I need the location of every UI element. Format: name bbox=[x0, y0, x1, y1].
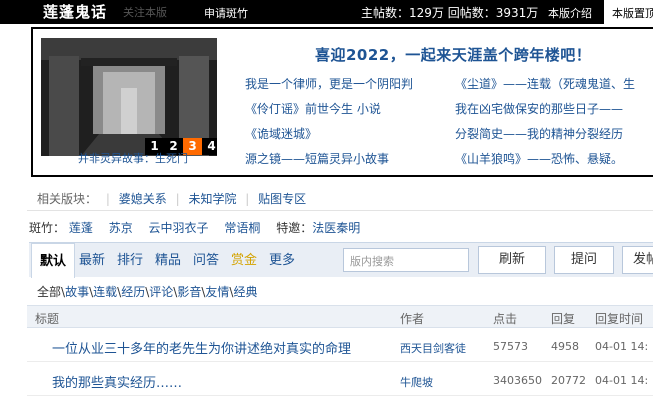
tab-default[interactable]: 默认 bbox=[31, 243, 76, 278]
featured-link[interactable]: 《伶仃谣》前世今生 小说 bbox=[245, 100, 381, 117]
moderators: 斑竹： 莲蓬 苏京 云中羽衣子 常语桐 特邀：法医秦明 bbox=[29, 219, 372, 236]
post-table-header: 标题 作者 点击 回复 回复时间 bbox=[27, 305, 653, 328]
top-bar: 莲蓬鬼话 关注本版 申请斑竹 主帖数：129万 回帖数：3931万 本版介绍 本… bbox=[0, 0, 653, 24]
category-link[interactable]: 故事 bbox=[65, 285, 89, 299]
category-link[interactable]: 经历 bbox=[121, 285, 145, 299]
featured-banner: 1 2 3 4 并非灵异故事：生死门 喜迎2022，一起来天涯盖个跨年楼吧！ 我… bbox=[31, 27, 653, 177]
board-intro-link[interactable]: 本版介绍 bbox=[548, 5, 592, 21]
related-board-link[interactable]: 贴图专区 bbox=[258, 192, 306, 206]
refresh-button[interactable]: 刷新 bbox=[478, 246, 546, 274]
post-reply-time: 04-01 14: bbox=[595, 374, 649, 387]
table-row: 我的那些真实经历…… 牛爬坡 3403650 20772 04-01 14: bbox=[27, 364, 653, 396]
post-replies: 20772 bbox=[551, 374, 586, 387]
divider: | bbox=[175, 192, 180, 206]
moderator-link[interactable]: 苏京 bbox=[109, 221, 133, 235]
header-author: 作者 bbox=[400, 312, 425, 326]
category-filter: 全部\故事\连载\经历\评论\影音\友情\经典 bbox=[37, 283, 257, 300]
moderator-link[interactable]: 云中羽衣子 bbox=[149, 221, 209, 235]
tab-qa[interactable]: 问答 bbox=[193, 243, 219, 277]
forum-stats: 主帖数：129万 回帖数：3931万 bbox=[361, 6, 539, 20]
board-pinned-tab[interactable]: 本版置顶 bbox=[604, 0, 653, 24]
table-row: 一位从业三十多年的老先生为你讲述绝对真实的命理 西天目剑客徒 57573 495… bbox=[27, 330, 653, 362]
moderators-label: 斑竹： bbox=[29, 221, 66, 235]
category-link[interactable]: 评论 bbox=[149, 285, 173, 299]
post-clicks: 3403650 bbox=[493, 374, 542, 387]
category-link[interactable]: 友情 bbox=[205, 285, 229, 299]
post-replies: 4958 bbox=[551, 340, 579, 353]
related-boards: 相关版块： | 婆媳关系 | 未知学院 | 贴图专区 bbox=[37, 190, 306, 207]
featured-link[interactable]: 源之镜——短篇灵异小故事 bbox=[245, 150, 389, 167]
divider: | bbox=[105, 192, 110, 206]
apply-moderator-link[interactable]: 申请斑竹 bbox=[204, 5, 248, 21]
category-all[interactable]: 全部 bbox=[37, 285, 61, 299]
post-reply-time: 04-01 14: bbox=[595, 340, 649, 353]
featured-photo[interactable]: 1 2 3 4 bbox=[41, 38, 217, 156]
ask-button[interactable]: 提问 bbox=[554, 246, 614, 274]
featured-link[interactable]: 我在凶宅做保安的那些日子—— bbox=[455, 100, 623, 117]
tab-more[interactable]: 更多 bbox=[269, 243, 295, 277]
post-tab-bar: 默认 最新 排行 精品 问答 赏金 更多 版内搜索 刷新 提问 发帖 bbox=[29, 242, 653, 278]
new-post-button[interactable]: 发帖 bbox=[622, 246, 653, 274]
special-guest-link[interactable]: 法医秦明 bbox=[312, 221, 360, 235]
forum-logo[interactable]: 莲蓬鬼话 bbox=[43, 1, 107, 22]
post-author-link[interactable]: 西天目剑客徒 bbox=[400, 340, 466, 356]
related-board-link[interactable]: 未知学院 bbox=[188, 192, 236, 206]
board-search-input[interactable]: 版内搜索 bbox=[343, 248, 469, 272]
tab-bounty[interactable]: 赏金 bbox=[231, 243, 257, 277]
special-label: 特邀： bbox=[276, 221, 313, 235]
category-link[interactable]: 连载 bbox=[93, 285, 117, 299]
divider-line bbox=[27, 210, 653, 211]
tab-ranking[interactable]: 排行 bbox=[117, 243, 143, 277]
related-board-link[interactable]: 婆媳关系 bbox=[119, 192, 167, 206]
featured-link[interactable]: 我是一个律师，更是一个阴阳判 bbox=[245, 75, 413, 92]
featured-link[interactable]: 《诡域迷城》 bbox=[245, 125, 317, 142]
moderator-link[interactable]: 常语桐 bbox=[224, 221, 260, 235]
header-clicks: 点击 bbox=[493, 312, 518, 326]
divider: | bbox=[245, 192, 250, 206]
header-title: 标题 bbox=[35, 312, 60, 326]
category-link[interactable]: 影音 bbox=[177, 285, 201, 299]
post-author-link[interactable]: 牛爬坡 bbox=[400, 374, 433, 390]
header-replies: 回复 bbox=[551, 312, 576, 326]
post-title-link[interactable]: 我的那些真实经历…… bbox=[52, 372, 182, 391]
featured-link[interactable]: 分裂简史——我的精神分裂经历 bbox=[455, 125, 623, 142]
banner-headline[interactable]: 喜迎2022，一起来天涯盖个跨年楼吧！ bbox=[315, 44, 591, 65]
follow-link[interactable]: 关注本版 bbox=[123, 4, 167, 20]
photo-caption[interactable]: 并非灵异故事：生死门 bbox=[33, 150, 233, 166]
category-link[interactable]: 经典 bbox=[233, 285, 257, 299]
moderator-link[interactable]: 莲蓬 bbox=[69, 221, 93, 235]
featured-link[interactable]: 《尘道》——连载（死魂鬼道、生 bbox=[455, 75, 635, 92]
related-label: 相关版块： bbox=[37, 192, 98, 206]
tab-featured[interactable]: 精品 bbox=[155, 243, 181, 277]
header-reply-time: 回复时间 bbox=[595, 312, 644, 326]
post-title-link[interactable]: 一位从业三十多年的老先生为你讲述绝对真实的命理 bbox=[52, 338, 351, 357]
post-clicks: 57573 bbox=[493, 340, 528, 353]
tab-latest[interactable]: 最新 bbox=[79, 243, 105, 277]
featured-link[interactable]: 《山羊狼鸣》——恐怖、悬疑。 bbox=[455, 150, 623, 167]
